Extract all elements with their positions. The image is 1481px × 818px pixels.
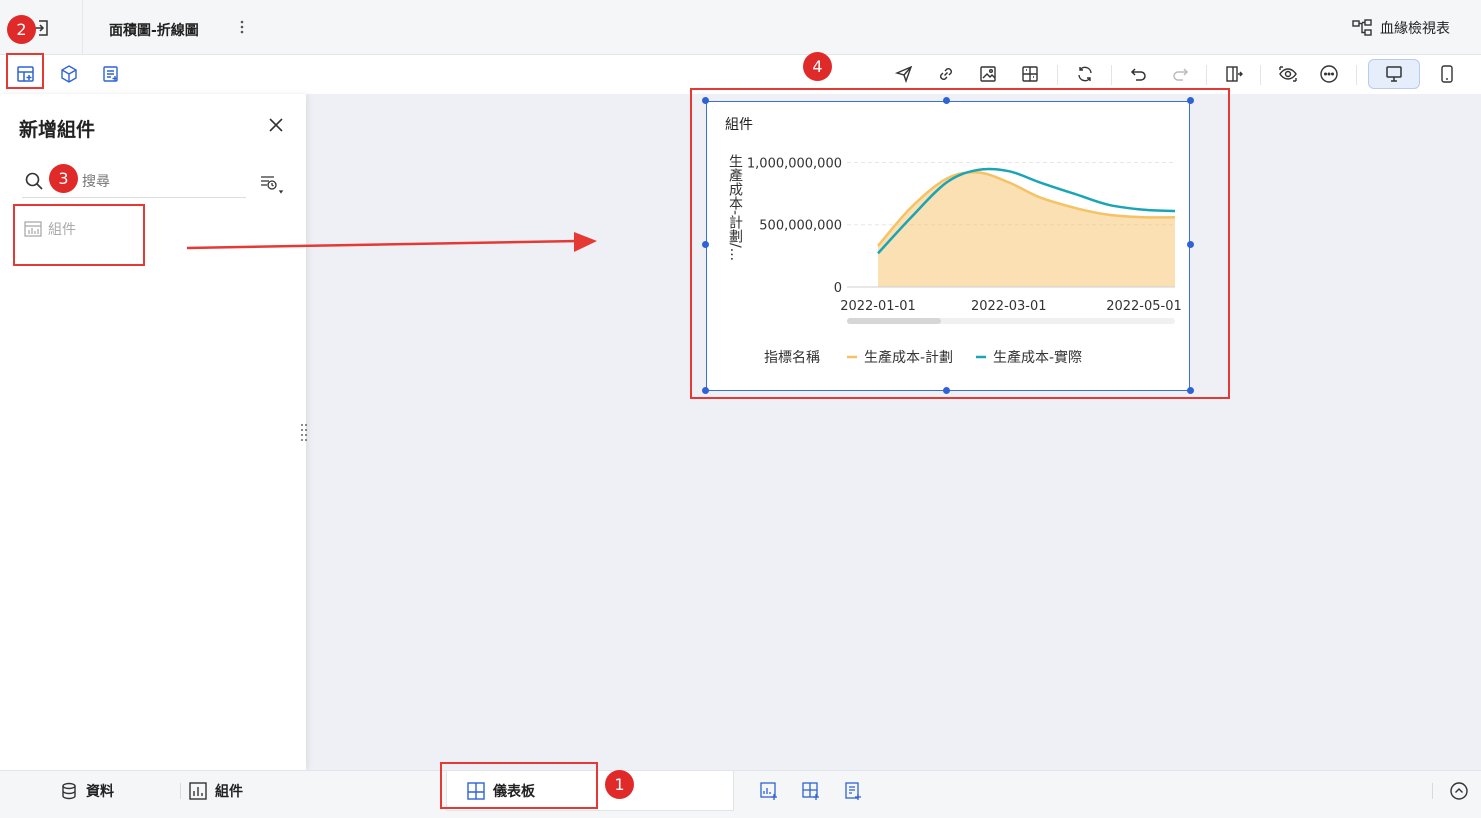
more-options-icon[interactable]	[1315, 60, 1343, 88]
undo-icon[interactable]	[1125, 60, 1153, 88]
data-tab[interactable]: 資料	[60, 781, 114, 801]
bottom-divider	[1432, 783, 1433, 799]
components-tab-label: 組件	[215, 784, 243, 800]
panel-toggle-icon[interactable]	[1220, 60, 1248, 88]
mobile-icon	[1440, 65, 1454, 83]
add-report-sheet-icon[interactable]	[841, 779, 865, 803]
search-input[interactable]	[82, 170, 232, 194]
toolbar-divider	[1356, 65, 1357, 85]
report-tab-title[interactable]: 面積圖-折線圖	[109, 20, 199, 40]
panel-title: 新增組件	[19, 119, 96, 141]
mobile-view-button[interactable]	[1430, 59, 1464, 89]
image-export-icon[interactable]	[974, 60, 1002, 88]
bottom-divider	[180, 783, 181, 799]
close-icon[interactable]	[265, 114, 287, 136]
layout-grid-icon[interactable]	[1016, 60, 1044, 88]
database-icon	[60, 782, 78, 800]
refresh-icon[interactable]	[1071, 60, 1099, 88]
annotation-box-component-item	[13, 204, 145, 266]
link-icon[interactable]	[932, 60, 960, 88]
redo-icon[interactable]	[1166, 60, 1194, 88]
lineage-view-label: 血緣檢視表	[1380, 21, 1450, 37]
annotation-arrowhead	[574, 232, 597, 252]
toolbar-divider	[1057, 65, 1058, 85]
annotation-marker: 2	[7, 15, 36, 44]
add-chart-sheet-icon[interactable]	[757, 779, 781, 803]
resize-grip-icon[interactable]	[299, 422, 309, 442]
annotation-box-add-component	[6, 53, 44, 89]
annotation-marker: 1	[605, 770, 634, 799]
toolbar-divider	[1206, 65, 1207, 85]
add-filter-component-button[interactable]	[97, 60, 125, 88]
annotation-marker: 3	[49, 164, 78, 193]
data-tab-label: 資料	[86, 784, 114, 800]
components-tab[interactable]: 組件	[189, 781, 243, 801]
toolbar-divider	[1260, 65, 1261, 85]
send-icon[interactable]	[890, 60, 918, 88]
chevron-up-icon[interactable]	[1448, 780, 1470, 802]
add-cube-button[interactable]	[55, 60, 83, 88]
desktop-view-button[interactable]	[1368, 59, 1420, 89]
desktop-icon	[1385, 65, 1403, 83]
lineage-view-button[interactable]: 血緣檢視表	[1352, 18, 1450, 38]
bottom-bar: 資料 組件 儀表板	[0, 770, 1481, 818]
header-divider	[82, 0, 83, 55]
annotation-box-chart-widget	[690, 88, 1230, 399]
toolbar-divider	[1111, 65, 1112, 85]
annotation-marker: 4	[803, 52, 832, 81]
annotation-box-dashboard-tab	[440, 762, 598, 809]
add-component-panel: 新增組件 組件	[0, 94, 309, 770]
app-header: 面積圖-折線圖 血緣檢視表	[0, 0, 1481, 55]
filter-history-button[interactable]	[256, 170, 286, 198]
add-dashboard-sheet-icon[interactable]	[799, 779, 823, 803]
bar-chart-icon	[189, 782, 207, 800]
more-vertical-icon[interactable]	[236, 19, 248, 35]
lineage-icon	[1352, 19, 1372, 37]
preview-eye-icon[interactable]	[1274, 60, 1302, 88]
search-icon	[24, 171, 44, 191]
